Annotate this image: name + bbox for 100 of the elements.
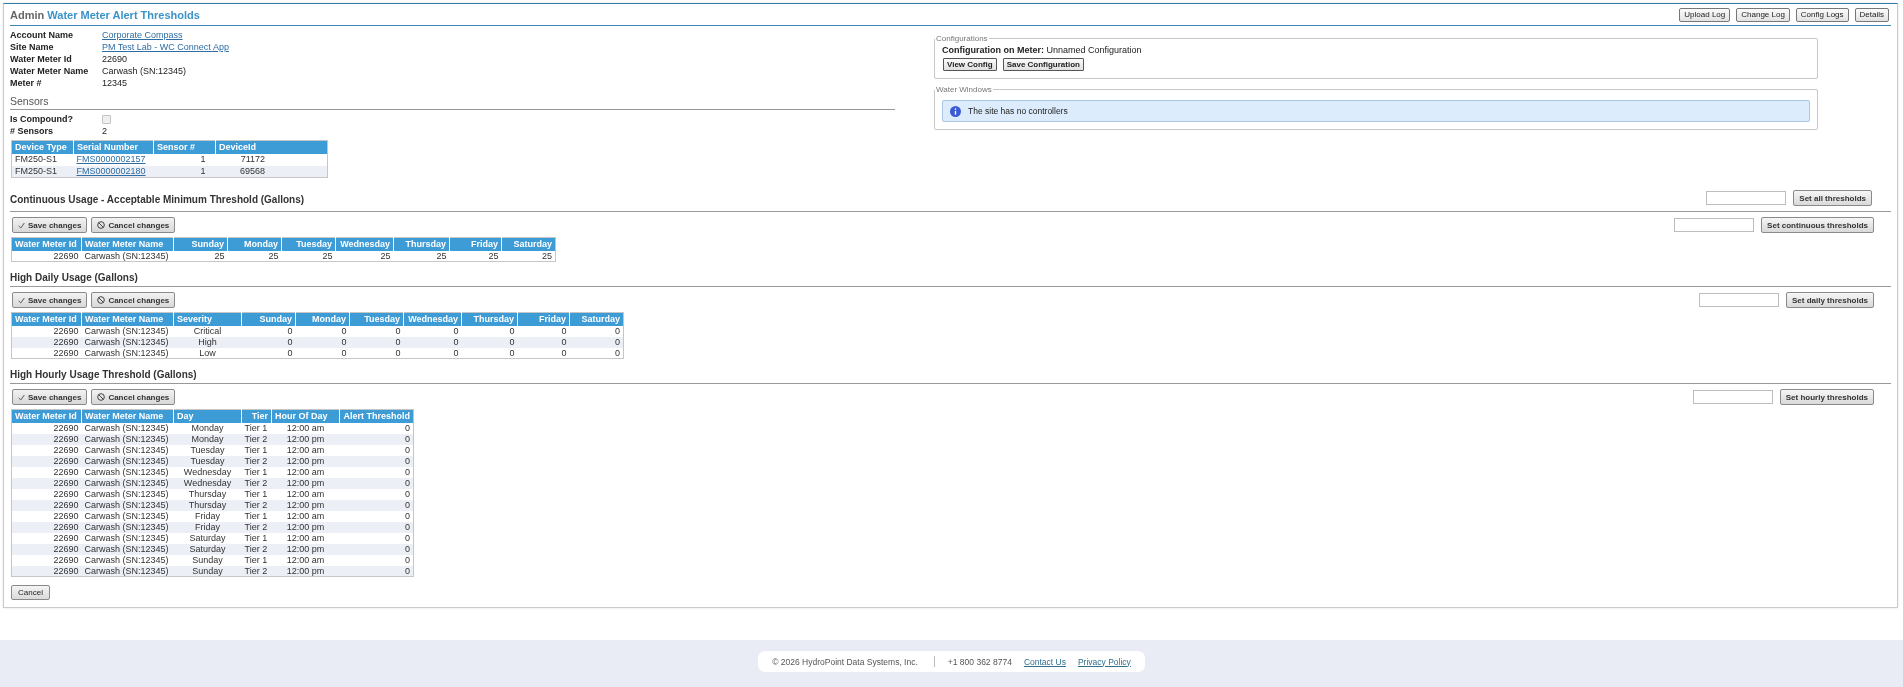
field-label: Site Name: [10, 42, 55, 52]
table-cell: Carwash (SN:12345): [81, 543, 174, 555]
table-cell: 0: [569, 347, 624, 359]
table-cell: 0: [295, 325, 350, 337]
table-cell: Critical: [173, 325, 242, 337]
footer-link[interactable]: Privacy Policy: [1077, 656, 1131, 667]
table-cell: 25: [281, 250, 336, 262]
table-cell: 0: [461, 347, 518, 359]
field-value: 2: [102, 126, 107, 136]
table-cell: 12:00 am: [271, 554, 340, 566]
table-cell: 22690: [11, 510, 82, 522]
toolbar-button[interactable]: Change Log: [1736, 7, 1790, 22]
table-cell: 0: [339, 477, 414, 489]
table-header-cell: Alert Threshold: [339, 409, 414, 423]
toolbar-button[interactable]: Config Logs: [1795, 7, 1849, 22]
table-cell: 69568: [215, 165, 328, 178]
cancel-changes-button[interactable]: Cancel changes: [91, 292, 176, 308]
table-cell: 12:00 am: [271, 488, 340, 500]
table-cell: 12:00 pm: [271, 499, 340, 511]
threshold-input[interactable]: [1698, 293, 1779, 307]
field-label: Water Meter Id: [10, 54, 73, 64]
table-header-cell: Sunday: [241, 312, 296, 326]
table-header-cell: Water Meter Name: [81, 312, 174, 326]
serial-number-link[interactable]: FMS0000002180: [76, 165, 146, 176]
table-cell: Tier 1: [241, 510, 272, 522]
table-cell: 0: [517, 325, 570, 337]
threshold-input[interactable]: [1706, 191, 1787, 205]
cancel-changes-button[interactable]: Cancel changes: [91, 217, 176, 233]
field-link[interactable]: Corporate Compass: [102, 30, 183, 40]
cancel-button[interactable]: Cancel: [11, 585, 50, 600]
table-cell: 25: [449, 250, 502, 262]
table-cell: 22690: [11, 477, 82, 489]
field-value: 12345: [102, 78, 128, 88]
toolbar-button[interactable]: Details: [1854, 7, 1889, 22]
table-cell: 0: [339, 521, 414, 533]
table-cell: Low: [173, 347, 242, 359]
table-cell: Saturday: [173, 532, 242, 544]
table-cell: 0: [403, 336, 462, 348]
table-cell: 22690: [11, 488, 82, 500]
table-header-cell: Tuesday: [281, 237, 336, 251]
table-cell: 22690: [11, 499, 82, 511]
table-header-cell: Water Meter Name: [81, 237, 174, 251]
section-title: Continuous Usage - Acceptable Minimum Threshold (Gallons): [10, 193, 305, 205]
table-cell: 0: [339, 499, 414, 511]
threshold-input[interactable]: [1692, 390, 1773, 404]
set-thresholds-button[interactable]: Set hourly thresholds: [1779, 389, 1874, 405]
table-cell: 25: [173, 250, 228, 262]
table-cell: Carwash (SN:12345): [81, 510, 174, 522]
ban-icon: [97, 393, 106, 401]
table-cell: Tier 1: [241, 488, 272, 500]
table-cell: Carwash (SN:12345): [81, 325, 174, 337]
set-thresholds-button[interactable]: Set daily thresholds: [1785, 292, 1874, 308]
table-cell: Carwash (SN:12345): [81, 347, 174, 359]
ban-icon: [97, 221, 106, 229]
footer-link[interactable]: Contact Us: [1023, 656, 1066, 667]
info-icon: [950, 105, 961, 117]
serial-number-link[interactable]: FMS0000002157: [76, 154, 146, 164]
configuration-button[interactable]: View Config: [943, 58, 997, 71]
table-cell: 0: [339, 455, 414, 467]
table-cell: 0: [339, 554, 414, 566]
set-thresholds-button[interactable]: Set continuous thresholds: [1761, 217, 1874, 233]
panel-legend: Configurations: [935, 34, 989, 43]
table-cell: FM250-S1: [11, 153, 74, 166]
table-cell: Tier 1: [241, 554, 272, 566]
table-cell: 22690: [11, 250, 82, 262]
table-cell: Tier 1: [241, 422, 272, 434]
table-cell: Tier 2: [241, 455, 272, 467]
table-cell: 0: [517, 336, 570, 348]
table-cell: Carwash (SN:12345): [81, 488, 174, 500]
table-cell: 71172: [215, 153, 328, 166]
table-cell: 12:00 am: [271, 466, 340, 478]
table-cell: 1: [153, 165, 216, 178]
toolbar-button[interactable]: Upload Log: [1679, 7, 1731, 22]
table-header-cell: Thursday: [393, 237, 450, 251]
table-cell: 25: [393, 250, 450, 262]
set-thresholds-button[interactable]: Set all thresholds: [1793, 190, 1872, 206]
table-cell: Tier 2: [241, 565, 272, 577]
table-header-cell: Saturday: [569, 312, 624, 326]
table-cell: Carwash (SN:12345): [81, 466, 174, 478]
table-cell: Carwash (SN:12345): [81, 565, 174, 577]
save-changes-button[interactable]: Save changes: [12, 292, 88, 308]
table-header-cell: Serial Number: [73, 140, 154, 154]
copyright-text: © 2026 HydroPoint Data Systems, Inc.: [772, 656, 918, 667]
table-cell: Tier 2: [241, 521, 272, 533]
table-cell: Tier 1: [241, 532, 272, 544]
save-changes-button[interactable]: Save changes: [12, 389, 88, 405]
cancel-changes-button[interactable]: Cancel changes: [91, 389, 176, 405]
check-icon: [18, 393, 25, 401]
field-label: Water Meter Name: [10, 66, 90, 76]
field-link[interactable]: PM Test Lab - WC Connect App: [102, 42, 229, 52]
table-cell: Sunday: [173, 565, 242, 577]
configuration-button[interactable]: Save Configuration: [1002, 58, 1084, 71]
table-cell: Carwash (SN:12345): [81, 422, 174, 434]
save-changes-button[interactable]: Save changes: [12, 217, 88, 233]
table-header-cell: Tier: [241, 409, 272, 423]
table-cell: 0: [339, 422, 414, 434]
table-header-cell: Severity: [173, 312, 242, 326]
table-cell: 25: [501, 250, 556, 262]
threshold-input[interactable]: [1674, 218, 1755, 232]
table-cell: 25: [227, 250, 282, 262]
